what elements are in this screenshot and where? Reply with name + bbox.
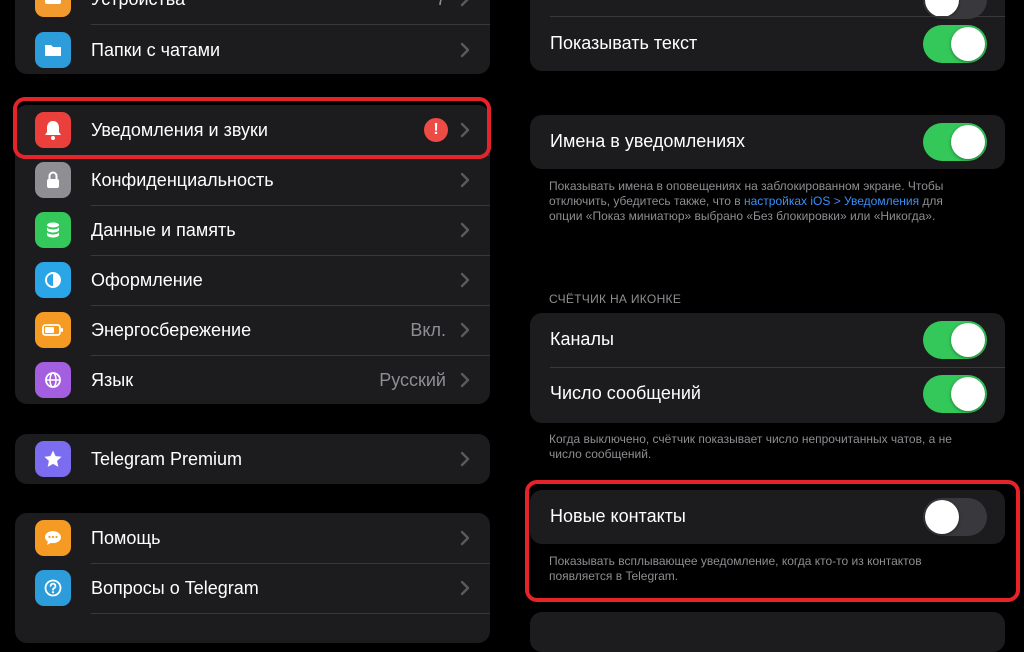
question-icon [35, 570, 71, 606]
menu-group-settings: Уведомления и звуки ! Конфиденциальность… [15, 105, 490, 404]
lock-icon [35, 162, 71, 198]
menu-item-label: Папки с чатами [91, 39, 221, 60]
chevron-right-icon [460, 122, 470, 138]
show-text-label: Показывать текст [550, 33, 698, 53]
toggle-knob [925, 500, 959, 534]
settings-group-names: Имена в уведомлениях [530, 115, 1005, 169]
menu-item-label: Устройства [91, 0, 185, 10]
menu-item-value: Вкл. [410, 319, 446, 340]
chevron-right-icon [460, 322, 470, 338]
database-icon [35, 212, 71, 248]
show-text-toggle[interactable] [923, 25, 987, 63]
chevron-right-icon [460, 451, 470, 467]
badge-section-header: СЧЁТЧИК НА ИКОНКЕ [549, 292, 682, 306]
devices-icon [35, 0, 71, 17]
divider [550, 367, 1005, 368]
names-in-notifications-label: Имена в уведомлениях [550, 131, 745, 151]
globe-icon [35, 362, 71, 398]
menu-item-label: Данные и память [91, 219, 236, 240]
message-count-label: Число сообщений [550, 383, 701, 403]
settings-group-next [530, 612, 1005, 652]
menu-group-help: Помощь Вопросы о Telegram [15, 513, 490, 643]
chevron-right-icon [460, 222, 470, 238]
settings-group-new-contacts: Новые контакты [530, 490, 1005, 544]
message-count-toggle[interactable] [923, 375, 987, 413]
divider [91, 613, 490, 614]
menu-item-devices[interactable]: Устройства 7 [15, 0, 490, 24]
toggle-knob [951, 377, 985, 411]
chevron-right-icon [460, 172, 470, 188]
ios-settings-link[interactable]: настройках iOS > Уведомления [744, 194, 919, 208]
chevron-right-icon [460, 272, 470, 288]
menu-item-telegram-premium[interactable]: Telegram Premium [15, 434, 490, 484]
new-contacts-label: Новые контакты [550, 506, 686, 526]
names-in-notifications-toggle[interactable] [923, 123, 987, 161]
menu-item-privacy[interactable]: Конфиденциальность [15, 155, 490, 205]
chevron-right-icon [460, 0, 469, 7]
chat-bubble-icon [35, 520, 71, 556]
menu-item-value: Русский [379, 369, 446, 390]
bell-icon [35, 112, 71, 148]
menu-item-help[interactable]: Помощь [15, 513, 490, 563]
menu-item-data-storage[interactable]: Данные и память [15, 205, 490, 255]
menu-item-label: Telegram Premium [91, 448, 243, 469]
menu-item-label: Конфиденциальность [91, 169, 274, 190]
menu-item-value: 7 [436, 0, 446, 10]
battery-icon [35, 312, 71, 348]
settings-group-preview: Показывать текст [530, 0, 1005, 71]
toggle-knob [925, 0, 959, 17]
folder-icon [35, 32, 71, 68]
menu-item-faq[interactable]: Вопросы о Telegram [15, 563, 490, 613]
menu-item-appearance[interactable]: Оформление [15, 255, 490, 305]
chevron-right-icon [460, 580, 470, 596]
menu-item-label: Оформление [91, 269, 203, 290]
menu-item-label: Уведомления и звуки [91, 119, 268, 140]
menu-item-label: Язык [91, 369, 134, 390]
half-circle-icon [35, 262, 71, 298]
menu-item-power-saving[interactable]: Энергосбережение Вкл. [15, 305, 490, 355]
toggle-knob [951, 27, 985, 61]
new-contacts-toggle[interactable] [923, 498, 987, 536]
star-icon [35, 441, 71, 477]
toggle-knob [951, 323, 985, 357]
toggle-knob [951, 125, 985, 159]
menu-group-devices: Устройства 7 Папки с чатами [15, 0, 490, 74]
channels-label: Каналы [550, 329, 614, 349]
channels-toggle[interactable] [923, 321, 987, 359]
chevron-right-icon [460, 42, 470, 58]
settings-group-badge: Каналы Число сообщений [530, 313, 1005, 423]
divider [550, 16, 1005, 17]
menu-item-language[interactable]: Язык Русский [15, 355, 490, 404]
count-footer: Когда выключено, счётчик показывает числ… [549, 432, 952, 461]
chevron-right-icon [460, 530, 470, 546]
chevron-right-icon [460, 372, 470, 388]
menu-item-notifications[interactable]: Уведомления и звуки ! [15, 105, 490, 155]
menu-item-chat-folders[interactable]: Папки с чатами [15, 25, 490, 74]
contacts-footer: Показывать всплывающее уведомление, когд… [549, 554, 922, 583]
names-footer: Показывать имена в оповещениях на заблок… [549, 179, 969, 224]
menu-item-label: Вопросы о Telegram [91, 577, 259, 598]
menu-item-label: Помощь [91, 527, 161, 548]
menu-item-label: Энергосбережение [91, 319, 252, 340]
alert-badge: ! [424, 118, 448, 142]
menu-group-premium: Telegram Premium [15, 434, 490, 484]
